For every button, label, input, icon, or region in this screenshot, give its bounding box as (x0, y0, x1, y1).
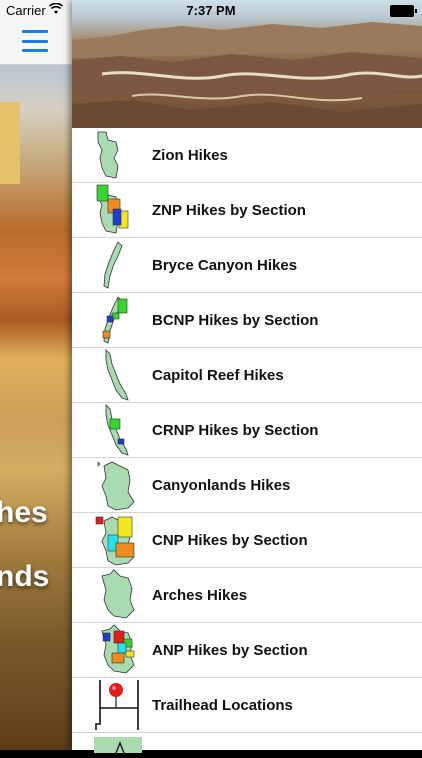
menu-item-label: Arches Hikes (152, 586, 248, 604)
menu-item-label: CNP Hikes by Section (152, 531, 308, 549)
menu-item-label: BCNP Hikes by Section (152, 311, 319, 329)
background-app: hes nds (0, 0, 72, 750)
partial-map-icon (72, 733, 146, 754)
zion-map-icon (72, 128, 142, 182)
bryce-sections-map-icon (72, 293, 142, 347)
menu-item-anp-by-section[interactable]: ANP Hikes by Section (72, 623, 422, 678)
background-title-text: hes (0, 496, 48, 529)
hikes-menu: Zion Hikes ZNP Hikes by Section Bryce Ca… (72, 128, 422, 754)
menu-item-canyonlands-hikes[interactable]: Canyonlands Hikes (72, 458, 422, 513)
arches-map-icon (72, 568, 142, 622)
background-subtitle-text: nds (0, 560, 50, 593)
menu-item-bryce-canyon-hikes[interactable]: Bryce Canyon Hikes (72, 238, 422, 293)
menu-item-crnp-by-section[interactable]: CRNP Hikes by Section (72, 403, 422, 458)
menu-item-label: Canyonlands Hikes (152, 476, 291, 494)
arches-sections-map-icon (72, 623, 142, 677)
battery-icon (390, 5, 417, 17)
menu-item-cnp-by-section[interactable]: CNP Hikes by Section (72, 513, 422, 568)
menu-item-label: ANP Hikes by Section (152, 641, 308, 659)
menu-item-bcnp-by-section[interactable]: BCNP Hikes by Section (72, 293, 422, 348)
menu-item-label: Trailhead Locations (152, 696, 293, 714)
bryce-map-icon (72, 238, 142, 292)
background-banner (0, 102, 20, 184)
zion-sections-map-icon (72, 183, 142, 237)
trailhead-pin-icon (72, 678, 142, 732)
menu-item-label: Zion Hikes (152, 146, 228, 164)
menu-item-label: Bryce Canyon Hikes (152, 256, 298, 274)
menu-item-znp-by-section[interactable]: ZNP Hikes by Section (72, 183, 422, 238)
menu-item-partial[interactable] (72, 733, 422, 754)
menu-item-label: CRNP Hikes by Section (152, 421, 319, 439)
menu-item-zion-hikes[interactable]: Zion Hikes (72, 128, 422, 183)
status-bar: Carrier 7:37 PM (0, 0, 422, 20)
menu-item-label: Capitol Reef Hikes (152, 366, 284, 384)
menu-item-trailhead-locations[interactable]: Trailhead Locations (72, 678, 422, 733)
capitol-reef-sections-map-icon (72, 403, 142, 457)
menu-item-label: ZNP Hikes by Section (152, 201, 306, 219)
menu-item-capitol-reef-hikes[interactable]: Capitol Reef Hikes (72, 348, 422, 403)
clock: 7:37 PM (186, 3, 236, 18)
menu-panel: Zion Hikes ZNP Hikes by Section Bryce Ca… (72, 0, 422, 754)
canyonlands-sections-map-icon (72, 513, 142, 567)
canyonlands-map-icon (72, 458, 142, 512)
menu-item-arches-hikes[interactable]: Arches Hikes (72, 568, 422, 623)
capitol-reef-map-icon (72, 348, 142, 402)
hamburger-menu-icon[interactable] (22, 30, 48, 52)
